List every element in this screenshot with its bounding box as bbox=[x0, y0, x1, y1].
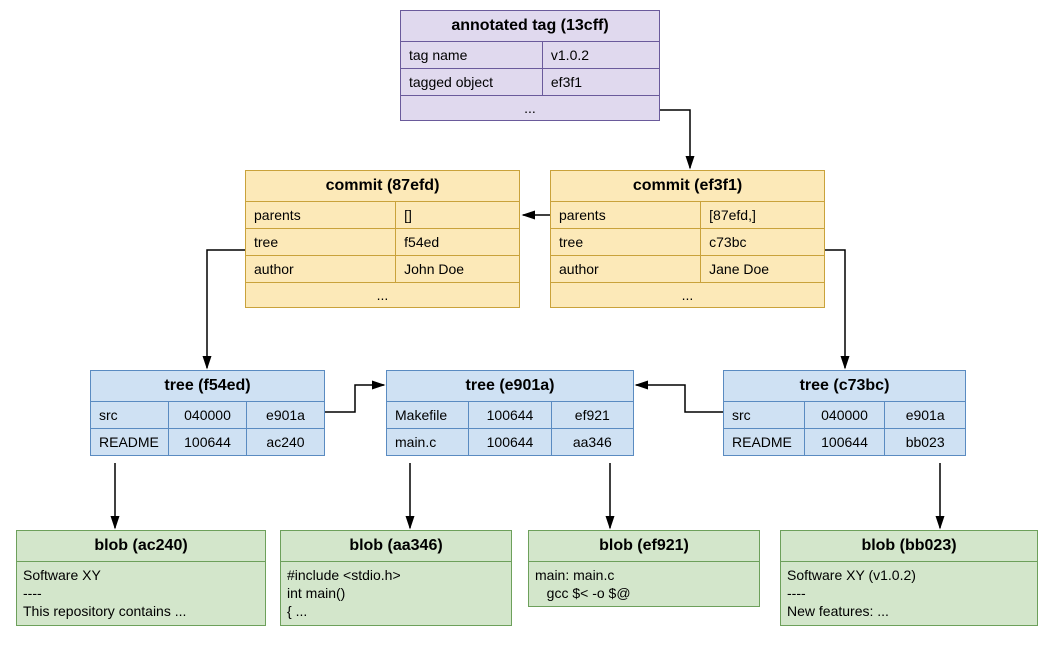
git-object-graph: annotated tag (13cff) tag name v1.0.2 ta… bbox=[10, 10, 1044, 660]
kv-row: tree f54ed bbox=[246, 229, 519, 256]
key-cell: tree bbox=[551, 229, 701, 255]
tree-entry-row: README 100644 ac240 bbox=[91, 429, 324, 455]
entry-mode: 100644 bbox=[469, 402, 551, 428]
entry-name: src bbox=[724, 402, 805, 428]
tree-entry-row: main.c 100644 aa346 bbox=[387, 429, 633, 455]
val-cell: v1.0.2 bbox=[543, 42, 659, 68]
entry-mode: 100644 bbox=[469, 429, 551, 455]
val-cell: Jane Doe bbox=[701, 256, 824, 282]
node-title: tree (f54ed) bbox=[91, 371, 324, 402]
blob-content: main: main.c gcc $< -o $@ bbox=[529, 562, 759, 606]
commit-node-87efd: commit (87efd) parents [] tree f54ed aut… bbox=[245, 170, 520, 308]
entry-sha: aa346 bbox=[552, 429, 633, 455]
tree-entry-row: Makefile 100644 ef921 bbox=[387, 402, 633, 429]
key-cell: author bbox=[551, 256, 701, 282]
key-cell: tagged object bbox=[401, 69, 543, 95]
tree-entry-row: README 100644 bb023 bbox=[724, 429, 965, 455]
entry-name: src bbox=[91, 402, 169, 428]
val-cell: f54ed bbox=[396, 229, 519, 255]
node-title: tree (c73bc) bbox=[724, 371, 965, 402]
blob-content: #include <stdio.h> int main() { ... bbox=[281, 562, 511, 625]
commit-node-ef3f1: commit (ef3f1) parents [87efd,] tree c73… bbox=[550, 170, 825, 308]
key-cell: tag name bbox=[401, 42, 543, 68]
node-title: blob (ef921) bbox=[529, 531, 759, 562]
tree-entry-row: src 040000 e901a bbox=[91, 402, 324, 429]
entry-mode: 100644 bbox=[805, 429, 886, 455]
node-title: blob (ac240) bbox=[17, 531, 265, 562]
tree-entry-row: src 040000 e901a bbox=[724, 402, 965, 429]
entry-name: Makefile bbox=[387, 402, 469, 428]
val-cell: [] bbox=[396, 202, 519, 228]
tree-node-e901a: tree (e901a) Makefile 100644 ef921 main.… bbox=[386, 370, 634, 456]
entry-sha: ac240 bbox=[247, 429, 324, 455]
entry-mode: 040000 bbox=[805, 402, 886, 428]
blob-content: Software XY (v1.0.2) ---- New features: … bbox=[781, 562, 1037, 625]
blob-node-ef921: blob (ef921) main: main.c gcc $< -o $@ bbox=[528, 530, 760, 607]
key-cell: parents bbox=[551, 202, 701, 228]
entry-name: README bbox=[91, 429, 169, 455]
entry-name: README bbox=[724, 429, 805, 455]
kv-row: tree c73bc bbox=[551, 229, 824, 256]
blob-content: Software XY ---- This repository contain… bbox=[17, 562, 265, 625]
node-title: blob (bb023) bbox=[781, 531, 1037, 562]
entry-sha: e901a bbox=[247, 402, 324, 428]
annotated-tag-node: annotated tag (13cff) tag name v1.0.2 ta… bbox=[400, 10, 660, 121]
tree-node-f54ed: tree (f54ed) src 040000 e901a README 100… bbox=[90, 370, 325, 456]
kv-row: parents [87efd,] bbox=[551, 202, 824, 229]
blob-node-ac240: blob (ac240) Software XY ---- This repos… bbox=[16, 530, 266, 626]
entry-sha: bb023 bbox=[885, 429, 965, 455]
entry-mode: 100644 bbox=[169, 429, 247, 455]
kv-row: tag name v1.0.2 bbox=[401, 42, 659, 69]
blob-node-bb023: blob (bb023) Software XY (v1.0.2) ---- N… bbox=[780, 530, 1038, 626]
tree-node-c73bc: tree (c73bc) src 040000 e901a README 100… bbox=[723, 370, 966, 456]
key-cell: author bbox=[246, 256, 396, 282]
val-cell: [87efd,] bbox=[701, 202, 824, 228]
ellipsis-row: ... bbox=[551, 283, 824, 307]
node-title: commit (ef3f1) bbox=[551, 171, 824, 202]
entry-name: main.c bbox=[387, 429, 469, 455]
entry-sha: ef921 bbox=[552, 402, 633, 428]
ellipsis-row: ... bbox=[401, 96, 659, 120]
node-title: blob (aa346) bbox=[281, 531, 511, 562]
val-cell: c73bc bbox=[701, 229, 824, 255]
key-cell: parents bbox=[246, 202, 396, 228]
blob-node-aa346: blob (aa346) #include <stdio.h> int main… bbox=[280, 530, 512, 626]
kv-row: author Jane Doe bbox=[551, 256, 824, 283]
node-title: tree (e901a) bbox=[387, 371, 633, 402]
ellipsis-row: ... bbox=[246, 283, 519, 307]
entry-mode: 040000 bbox=[169, 402, 247, 428]
kv-row: author John Doe bbox=[246, 256, 519, 283]
val-cell: John Doe bbox=[396, 256, 519, 282]
node-title: commit (87efd) bbox=[246, 171, 519, 202]
val-cell: ef3f1 bbox=[543, 69, 659, 95]
node-title: annotated tag (13cff) bbox=[401, 11, 659, 42]
kv-row: parents [] bbox=[246, 202, 519, 229]
key-cell: tree bbox=[246, 229, 396, 255]
entry-sha: e901a bbox=[885, 402, 965, 428]
kv-row: tagged object ef3f1 bbox=[401, 69, 659, 96]
